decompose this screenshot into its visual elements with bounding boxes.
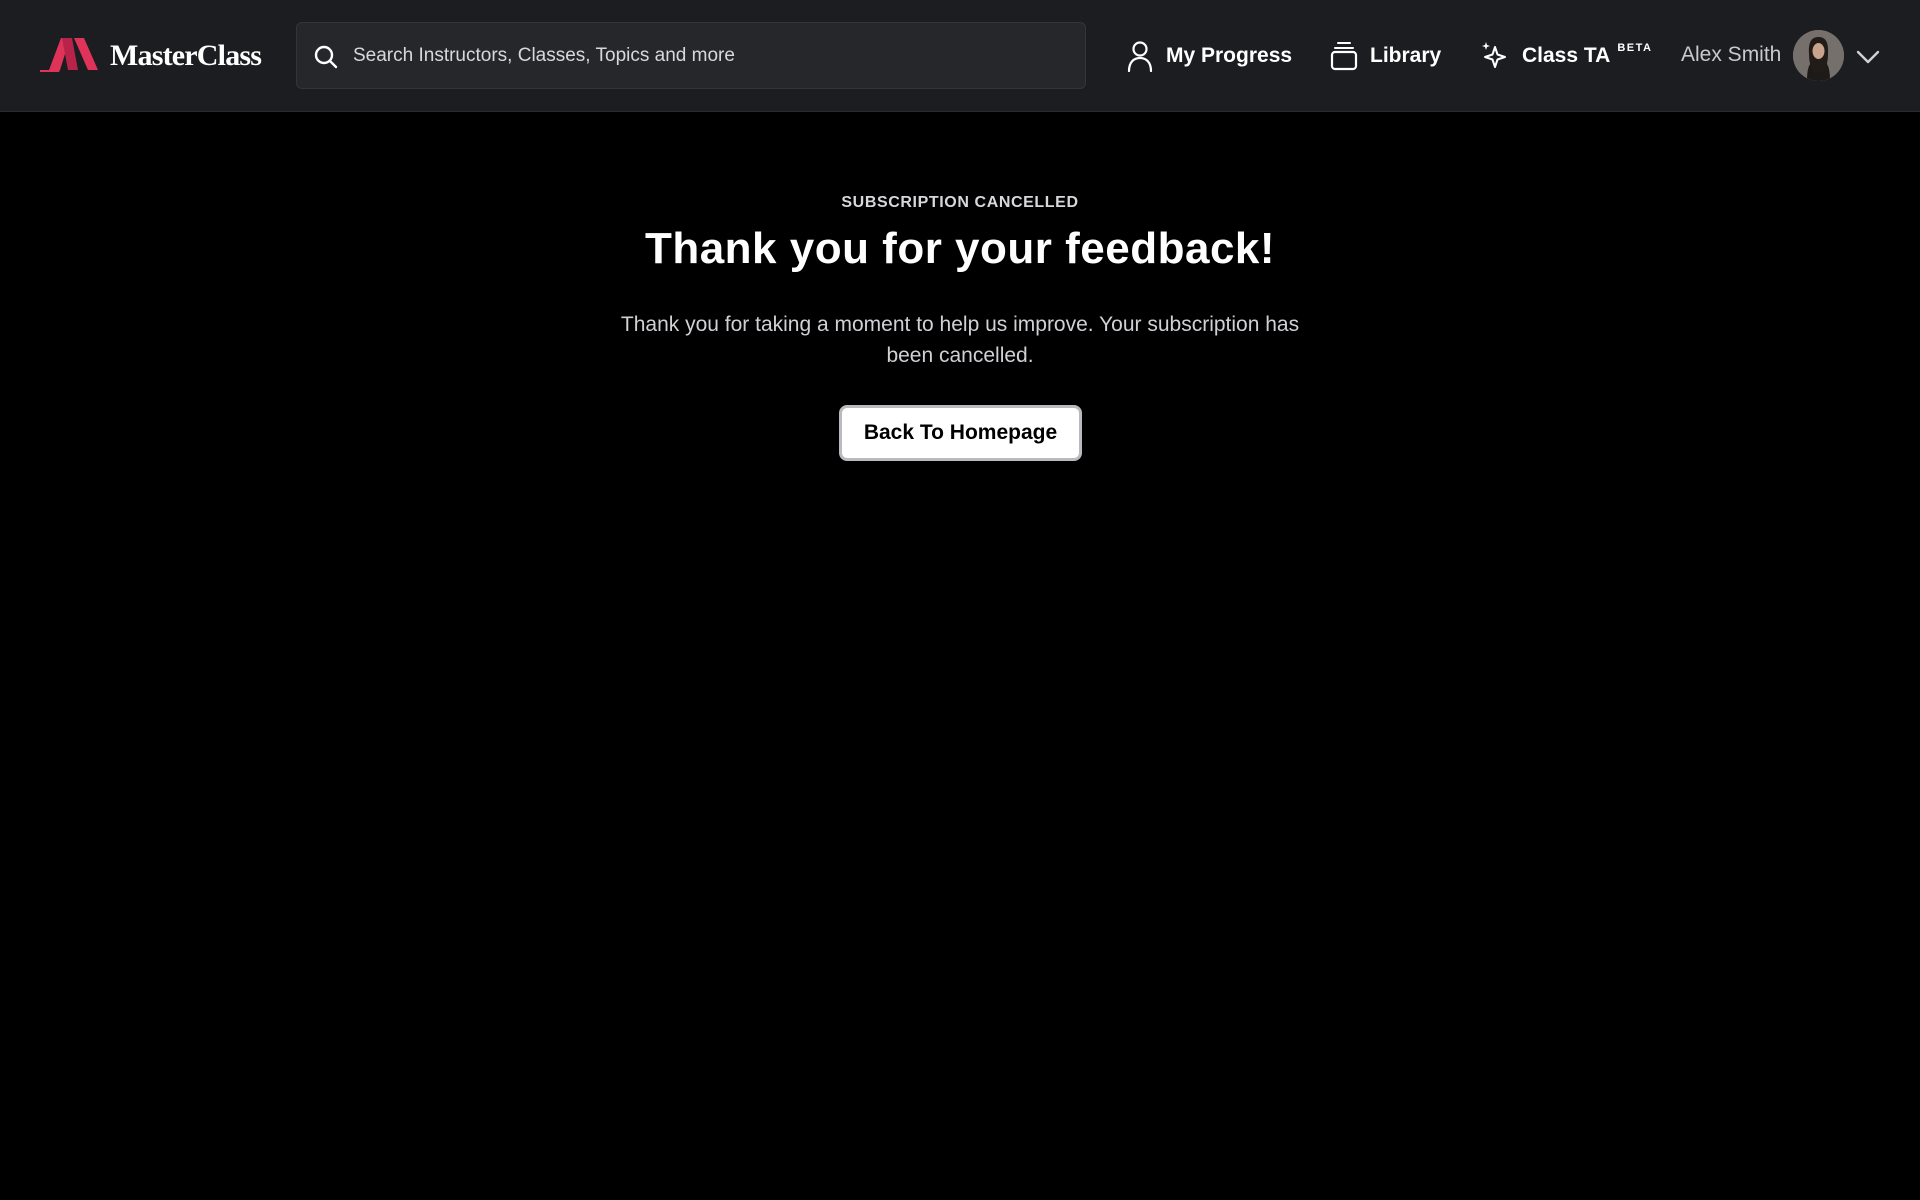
- chevron-down-icon[interactable]: [1855, 44, 1881, 70]
- page-title: Thank you for your feedback!: [644, 224, 1276, 273]
- nav-class-ta[interactable]: Class TA BETA: [1480, 36, 1652, 76]
- confirmation-message: Thank you for taking a moment to help us…: [620, 313, 1300, 367]
- sparkle-icon: [1482, 42, 1506, 68]
- user-avatar-image: [1793, 30, 1844, 81]
- person-icon: [1127, 41, 1153, 72]
- nav-library[interactable]: Library: [1330, 36, 1441, 76]
- status-eyebrow: SUBSCRIPTION CANCELLED: [841, 194, 1079, 211]
- nav-my-progress[interactable]: My Progress: [1126, 36, 1292, 76]
- masterclass-logo[interactable]: MasterClass: [40, 36, 262, 76]
- masterclass-m-logo-icon: [40, 38, 98, 72]
- nav-class-ta-label: Class TA: [1522, 44, 1611, 67]
- beta-badge: BETA: [1617, 42, 1653, 54]
- top-nav-bar: MasterClass My Progress Library Class TA…: [0, 0, 1920, 112]
- back-to-homepage-button[interactable]: Back To Homepage: [839, 405, 1082, 461]
- search-input[interactable]: [353, 23, 1053, 88]
- nav-my-progress-label: My Progress: [1166, 44, 1293, 67]
- brand-name: MasterClass: [110, 39, 262, 72]
- nav-library-label: Library: [1370, 44, 1442, 67]
- user-name[interactable]: Alex Smith: [1681, 43, 1781, 67]
- search-bar[interactable]: [296, 22, 1086, 89]
- avatar[interactable]: [1793, 30, 1844, 81]
- search-icon: [314, 45, 338, 69]
- stack-icon: [1330, 42, 1358, 71]
